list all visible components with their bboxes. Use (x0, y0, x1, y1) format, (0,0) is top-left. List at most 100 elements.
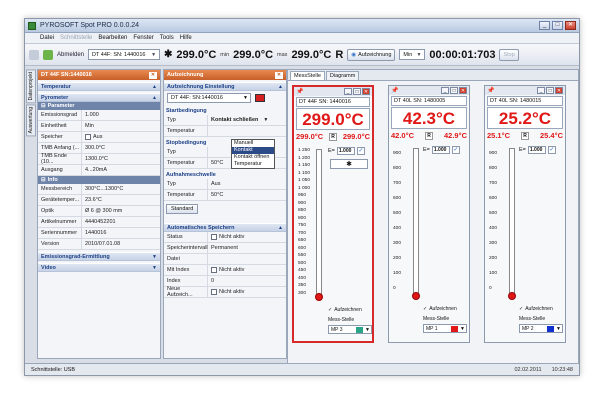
param-value[interactable]: 4...20mA (82, 167, 107, 173)
start-typ-value: Kontakt schließen (211, 117, 259, 123)
tab-messstelle[interactable]: MessStelle (290, 71, 325, 80)
color-swatch[interactable] (255, 94, 265, 102)
auto-value[interactable]: Permanent (208, 245, 238, 251)
start-typ-select[interactable]: Kontakt schließen ▼ (208, 117, 268, 123)
color-swatch[interactable] (451, 325, 459, 332)
close-icon[interactable]: ✕ (362, 88, 370, 95)
checkbox[interactable] (211, 289, 217, 295)
section-video[interactable]: Video ▼ (38, 263, 160, 272)
pin-icon[interactable]: 📌 (487, 87, 494, 94)
param-value[interactable]: 1300.0°C (82, 156, 108, 162)
pin-icon[interactable]: 📌 (296, 88, 303, 95)
maximize-icon[interactable]: □ (353, 88, 361, 95)
close-icon[interactable]: ✕ (275, 71, 283, 79)
threshold-temp-value[interactable]: 50°C (208, 192, 223, 198)
menu-hilfe[interactable]: Hilfe (180, 35, 192, 41)
close-button[interactable]: ✕ (565, 21, 576, 30)
auto-value[interactable]: Nicht aktiv (208, 289, 244, 295)
color-swatch[interactable] (356, 326, 364, 333)
device-card[interactable]: 📌 _ □ ✕ DT 40L SN: 1480015 25.2°C 25.1°C… (484, 85, 566, 343)
minimize-icon[interactable]: _ (344, 88, 352, 95)
param-key: Einheitheit (38, 121, 82, 131)
section-temperatur[interactable]: Temperatur ▲ (38, 82, 160, 91)
sub-parameter[interactable]: ⊟ Parameter (38, 102, 160, 110)
vtab-datenprojekt[interactable]: Datenprojekt (26, 69, 36, 104)
section-pyrometer[interactable]: Pyrometer ▲ (38, 93, 160, 102)
mess-stelle-select[interactable]: MP 1 ▼ (423, 324, 467, 333)
minimize-icon[interactable]: _ (537, 87, 545, 94)
menu-datei[interactable]: Datei (40, 35, 54, 41)
section-label: Temperatur (41, 83, 71, 90)
chevron-down-icon: ▼ (416, 51, 422, 58)
abmelden-label[interactable]: Abmelden (57, 52, 84, 58)
checkbox[interactable] (85, 134, 91, 140)
close-icon[interactable]: ✕ (459, 87, 467, 94)
epsilon-input[interactable]: 1.000 (527, 146, 546, 154)
auto-value[interactable]: 0 (208, 278, 214, 284)
reset-r-button[interactable]: R (425, 131, 433, 140)
param-value[interactable]: Aus (82, 134, 102, 140)
maximize-button[interactable]: □ (552, 21, 563, 30)
auto-value[interactable]: Nicht aktiv (208, 234, 244, 240)
check-icon[interactable]: ✓ (547, 146, 556, 154)
minimize-icon[interactable]: _ (441, 87, 449, 94)
mess-stelle-select[interactable]: MP 3 ▼ (328, 325, 372, 334)
dropdown-option[interactable]: Manuell (232, 140, 274, 147)
stop-button[interactable]: Stop (499, 48, 519, 61)
device-max: 25.4°C (539, 131, 563, 140)
device-minmax: 299.0°C R 299.0°C (296, 132, 370, 141)
tab-diagramm[interactable]: Diagramm (325, 71, 360, 80)
stop-temp-value[interactable]: 50°C (208, 160, 223, 166)
epsilon-input[interactable]: 1.000 (431, 146, 450, 154)
record-checkbox[interactable]: ✓ Aufzeichnen (328, 307, 362, 313)
close-icon[interactable]: ✕ (149, 71, 157, 79)
menu-fenster[interactable]: Fenster (133, 35, 153, 41)
device-select[interactable]: DT 44F: SN: 1440016 ▼ (88, 49, 161, 60)
dropdown-option[interactable]: Kontakt öffnen (232, 154, 274, 161)
section-emission[interactable]: Emissionsgrad-Ermittlung ▼ (38, 252, 160, 261)
device-card[interactable]: 📌 _ □ ✕ DT 40L SN: 1480005 42.3°C 42.0°C… (388, 85, 470, 343)
recording-device-select[interactable]: DT 44F: SN:1440016 ▼ (167, 93, 251, 103)
logout-icon[interactable] (43, 49, 53, 60)
device-temperature: 299.0°C (296, 108, 370, 130)
threshold-typ-value[interactable]: Aus (208, 181, 220, 187)
param-value[interactable]: 300.0°C (82, 145, 105, 151)
connect-icon[interactable] (29, 49, 39, 60)
menu-tools[interactable]: Tools (160, 35, 174, 41)
device-card[interactable]: 📌 _ □ ✕ DT 44F SN: 1440016 299.0°C 299.0… (292, 85, 374, 343)
menu-bearbeiten[interactable]: Bearbeiten (98, 35, 127, 41)
checkbox[interactable] (211, 267, 217, 273)
minimize-button[interactable]: _ (539, 21, 550, 30)
epsilon-input[interactable]: 1.000 (336, 147, 355, 155)
close-icon[interactable]: ✕ (555, 87, 563, 94)
check-icon[interactable]: ✓ (356, 147, 365, 155)
sun-icon[interactable]: ✱ (330, 159, 368, 169)
dropdown-option-selected[interactable]: Kontakt schließen (232, 147, 274, 160)
maximize-icon[interactable]: □ (450, 87, 458, 94)
dropdown-option[interactable]: Temperatur (232, 161, 274, 168)
maximize-icon[interactable]: □ (546, 87, 554, 94)
checkbox[interactable] (211, 234, 217, 240)
color-swatch[interactable] (547, 325, 555, 332)
vtab-auswertung[interactable]: Auswertung (26, 104, 36, 137)
emissivity-control: E= 1.000 ✓ (519, 146, 556, 154)
record-button[interactable]: ◉ Aufzeichnung (347, 48, 396, 61)
standard-button[interactable]: Standard (166, 204, 199, 214)
param-value[interactable]: 1.000 (82, 112, 99, 118)
reset-r-button[interactable]: R (521, 131, 529, 140)
reset-r-button[interactable]: R (329, 132, 337, 141)
reset-r-button[interactable]: R (335, 49, 343, 61)
menu-schnittstelle[interactable]: Schnittstelle (60, 35, 92, 41)
section-auto-save[interactable]: Automatisches Speichern ▲ (164, 223, 286, 232)
record-checkbox[interactable]: ✓ Aufzeichnen (423, 306, 457, 312)
auto-value[interactable]: Nicht aktiv (208, 267, 244, 273)
min-select[interactable]: Min ▼ (399, 49, 426, 60)
param-value[interactable]: Min (82, 123, 94, 129)
epsilon-label: E= (519, 147, 526, 153)
sub-info[interactable]: ⊟ Info (38, 176, 160, 184)
check-icon[interactable]: ✓ (451, 146, 460, 154)
section-aufzeichnung-einstellung[interactable]: Aufzeichnung Einstellung ▲ (164, 82, 286, 91)
pin-icon[interactable]: 📌 (391, 87, 398, 94)
mess-stelle-select[interactable]: MP 2 ▼ (519, 324, 563, 333)
record-checkbox[interactable]: ✓ Aufzeichnen (519, 306, 553, 312)
